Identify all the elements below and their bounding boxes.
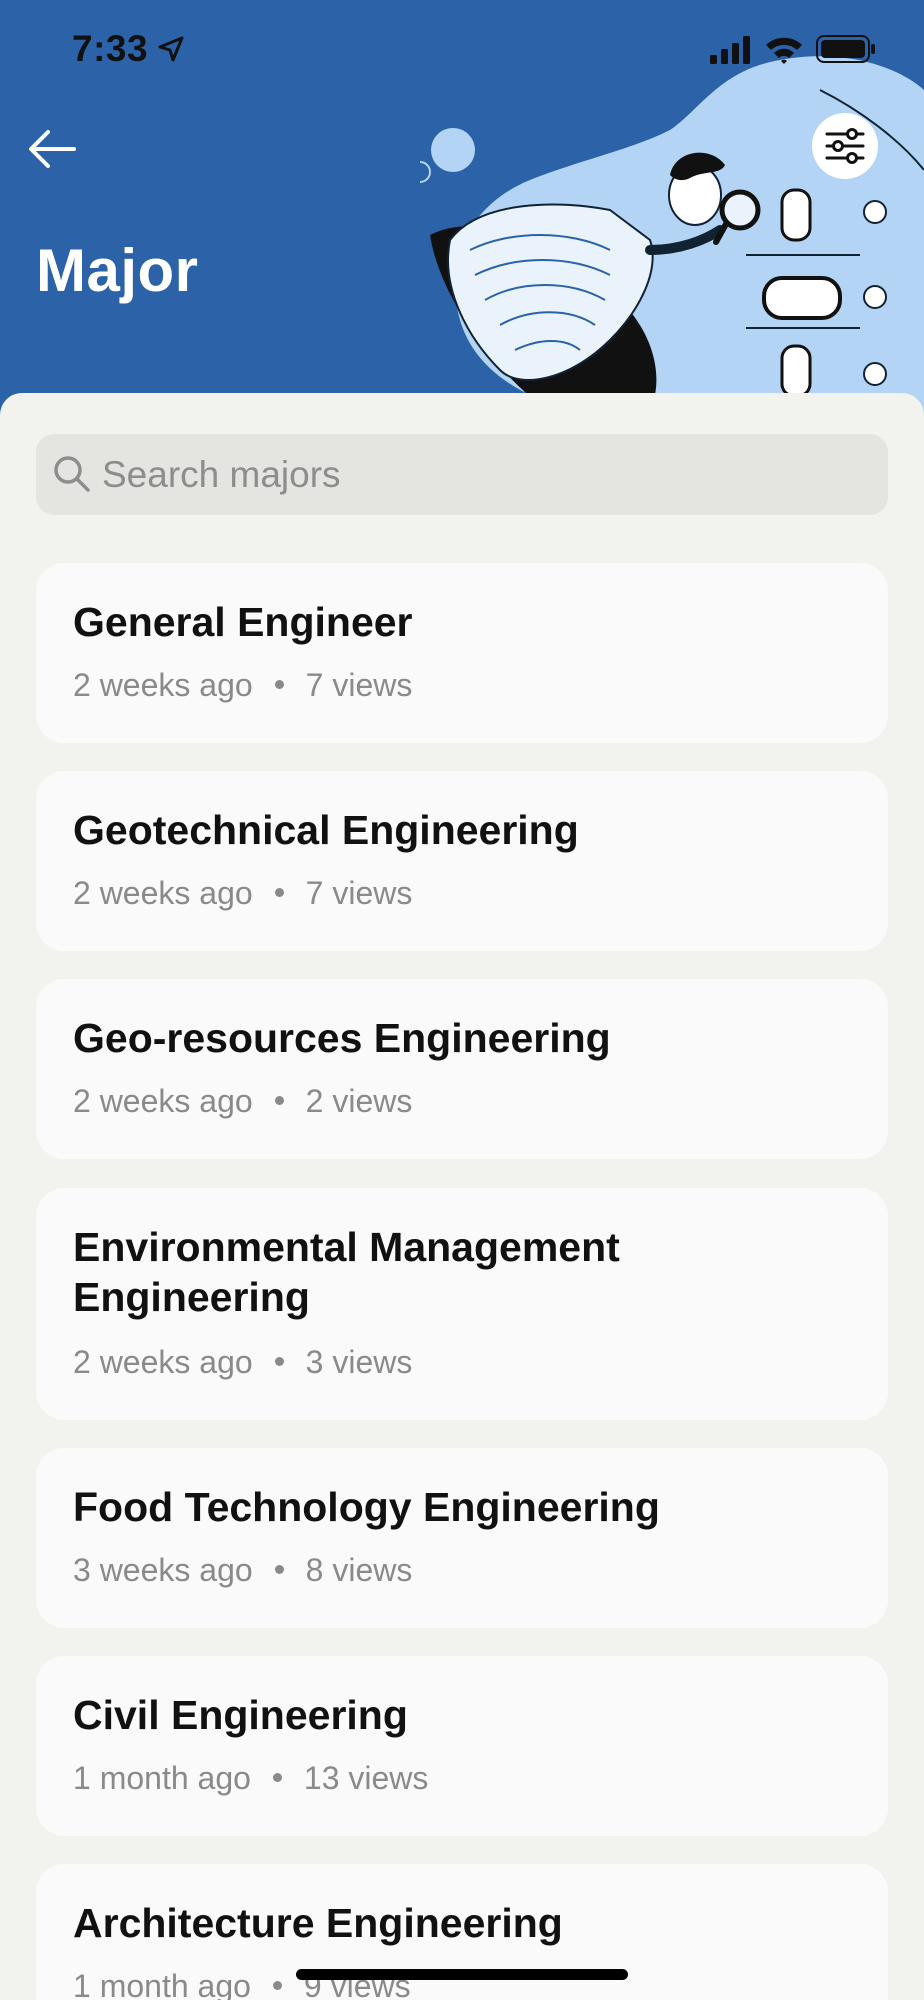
major-meta: 2 weeks ago 3 views [73,1344,412,1381]
major-meta: 1 month ago 13 views [73,1760,428,1797]
major-title: Civil Engineering [73,1692,408,1738]
separator-dot [274,888,284,898]
major-views: 7 views [305,667,413,703]
major-views: 13 views [303,1760,429,1796]
major-title: General Engineer [73,599,413,645]
separator-dot [272,1981,282,1991]
list-item[interactable]: General Engineer 2 weeks ago 7 views [36,563,888,743]
page-title: Major [36,237,199,304]
separator-dot [274,1565,284,1575]
major-title: Geotechnical Engineering [73,807,579,853]
major-views: 3 views [305,1344,413,1380]
search-input[interactable]: Search majors [36,434,888,515]
battery-icon [816,35,875,63]
major-age: 2 weeks ago [73,875,253,911]
major-meta: 2 weeks ago 7 views [73,667,412,704]
major-views: 2 views [305,1083,413,1119]
major-views: 8 views [305,1552,413,1588]
major-title: Food Technology Engineering [73,1484,660,1530]
major-meta: 2 weeks ago 2 views [73,1083,412,1120]
separator-dot [272,1773,282,1783]
wifi-icon [766,37,802,64]
filter-sliders-icon [825,128,865,164]
major-age: 2 weeks ago [73,667,253,703]
major-title: Geo-resources Engineering [73,1015,611,1061]
major-views: 7 views [305,875,413,911]
status-bar: 7:33 [0,0,924,100]
major-age: 2 weeks ago [73,1344,253,1380]
back-arrow-icon[interactable] [26,122,80,176]
separator-dot [274,1096,284,1106]
list-item[interactable]: Civil Engineering 1 month ago 13 views [36,1656,888,1836]
separator-dot [274,1357,284,1367]
content-panel: Search majors General Engineer 2 weeks a… [0,393,924,2000]
list-item[interactable]: Environmental Management Engineering 2 w… [36,1188,888,1420]
list-item[interactable]: Food Technology Engineering 3 weeks ago 8… [36,1448,888,1628]
status-time: 7:33 [72,28,149,69]
major-meta: 2 weeks ago 7 views [73,875,412,912]
header: 7:33 Major [0,0,924,420]
list-item[interactable]: Geotechnical Engineering 2 weeks ago 7 vi… [36,771,888,951]
home-indicator[interactable] [296,1969,628,1980]
search-icon [54,456,90,492]
signal-icon [710,36,750,64]
filter-button[interactable] [812,113,878,179]
location-arrow-icon [158,36,184,62]
header-illustration [420,56,924,420]
major-meta: 3 weeks ago 8 views [73,1552,412,1589]
major-title: Environmental Management Engineering [73,1224,620,1320]
list-item[interactable]: Geo-resources Engineering 2 weeks ago 2 v… [36,979,888,1159]
major-age: 1 month ago [73,1968,251,2000]
major-age: 3 weeks ago [73,1552,253,1588]
major-age: 2 weeks ago [73,1083,253,1119]
major-title: Architecture Engineering [73,1900,563,1946]
major-age: 1 month ago [73,1760,251,1796]
search-placeholder: Search majors [102,454,341,495]
separator-dot [274,680,284,690]
